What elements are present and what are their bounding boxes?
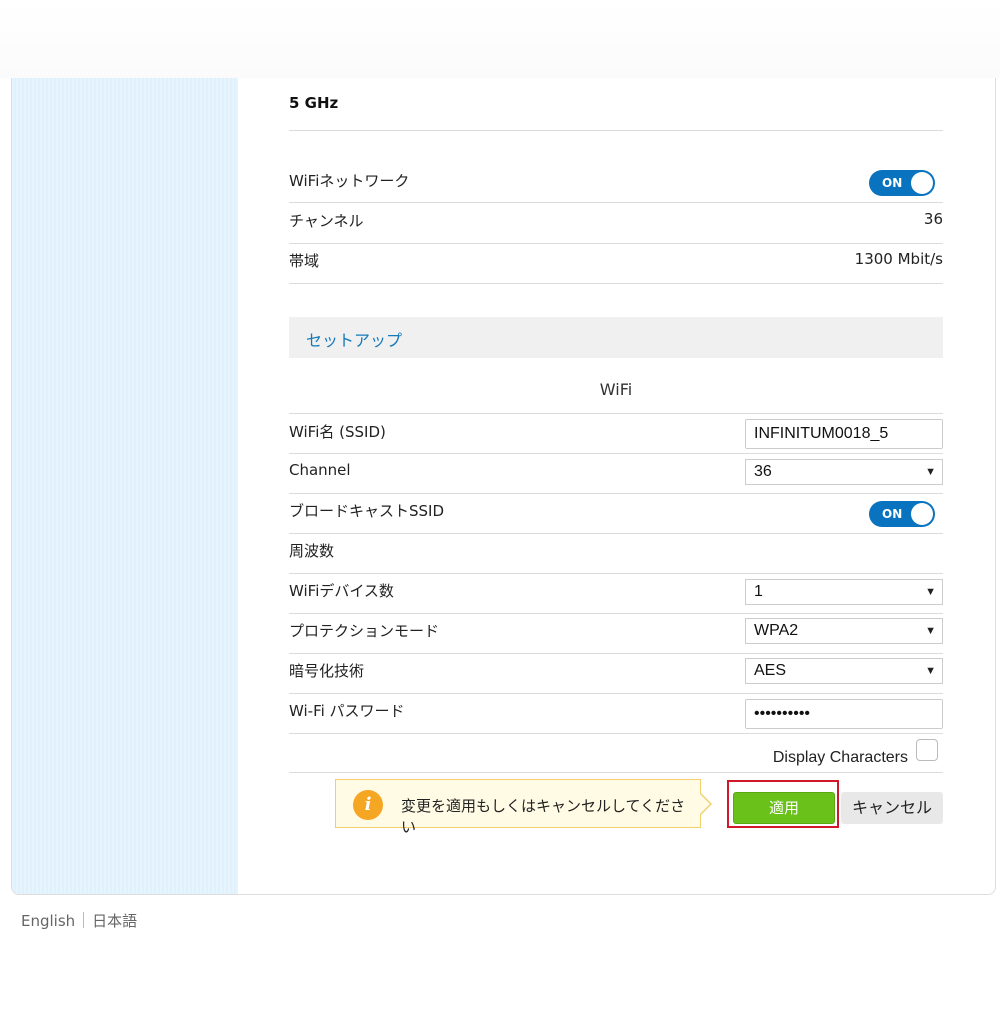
channel-label: Channel bbox=[289, 461, 351, 479]
setup-title[interactable]: セットアップ bbox=[306, 327, 402, 351]
ssid-label: WiFi名 (SSID) bbox=[289, 423, 386, 441]
divider bbox=[289, 533, 943, 534]
divider bbox=[289, 413, 943, 414]
toggle-knob bbox=[911, 172, 933, 194]
divider bbox=[289, 453, 943, 454]
top-background bbox=[0, 0, 1000, 78]
notice-text: 変更を適用もしくはキャンセルしてください bbox=[401, 797, 686, 836]
bandwidth-label: 帯域 bbox=[289, 252, 320, 270]
ssid-input[interactable] bbox=[754, 420, 934, 448]
divider bbox=[289, 243, 943, 244]
encryption-select[interactable]: AES ▼ bbox=[745, 658, 943, 684]
password-label: Wi-Fi パスワード bbox=[289, 702, 405, 720]
protection-mode-select[interactable]: WPA2 ▼ bbox=[745, 618, 943, 644]
caret-down-icon: ▼ bbox=[925, 466, 936, 478]
divider bbox=[289, 283, 943, 284]
password-value: •••••••••• bbox=[754, 705, 811, 722]
caret-down-icon: ▼ bbox=[925, 665, 936, 677]
apply-button[interactable]: 適用 bbox=[733, 792, 835, 824]
caret-down-icon: ▼ bbox=[925, 586, 936, 598]
bandwidth-value: 1300 Mbit/s bbox=[854, 250, 943, 268]
divider bbox=[289, 772, 943, 773]
apply-notice: i 変更を適用もしくはキャンセルしてください bbox=[335, 779, 712, 836]
divider bbox=[289, 573, 943, 574]
channel-select[interactable]: 36 ▼ bbox=[745, 459, 943, 485]
device-count-selected-value: 1 bbox=[754, 583, 763, 600]
divider bbox=[289, 693, 943, 694]
sidebar bbox=[12, 78, 238, 894]
encryption-selected-value: AES bbox=[754, 662, 787, 679]
channel-status-value: 36 bbox=[923, 210, 943, 228]
wifi-network-toggle[interactable]: ON bbox=[869, 170, 935, 196]
language-switcher: English 日本語 bbox=[21, 910, 137, 931]
setup-section-header[interactable]: セットアップ bbox=[289, 317, 943, 358]
toggle-state: ON bbox=[882, 507, 903, 521]
divider bbox=[289, 130, 943, 131]
toggle-knob bbox=[911, 503, 933, 525]
protection-mode-selected-value: WPA2 bbox=[754, 622, 799, 639]
toggle-state: ON bbox=[882, 176, 903, 190]
display-characters-label: Display Characters bbox=[772, 749, 908, 766]
channel-status-label: チャンネル bbox=[289, 212, 364, 230]
language-english-link[interactable]: English bbox=[21, 912, 75, 930]
language-japanese-link[interactable]: 日本語 bbox=[92, 912, 137, 930]
settings-panel: 5 GHz WiFiネットワーク ON チャンネル 36 帯域 1300 Mbi… bbox=[11, 78, 996, 895]
band-title: 5 GHz bbox=[289, 94, 339, 112]
wifi-section-title: WiFi bbox=[599, 380, 633, 399]
cancel-button[interactable]: キャンセル bbox=[841, 792, 943, 824]
device-count-select[interactable]: 1 ▼ bbox=[745, 579, 943, 605]
channel-selected-value: 36 bbox=[754, 463, 772, 480]
divider bbox=[289, 653, 943, 654]
ssid-field[interactable] bbox=[745, 419, 943, 449]
broadcast-ssid-label: ブロードキャストSSID bbox=[289, 502, 445, 520]
password-field[interactable]: •••••••••• bbox=[745, 699, 943, 729]
notice-arrow-fill bbox=[700, 794, 710, 814]
protection-mode-label: プロテクションモード bbox=[289, 622, 440, 640]
caret-down-icon: ▼ bbox=[925, 625, 936, 637]
device-count-label: WiFiデバイス数 bbox=[289, 582, 394, 600]
language-separator bbox=[83, 912, 85, 928]
display-characters-checkbox[interactable] bbox=[916, 739, 938, 761]
wifi-network-label: WiFiネットワーク bbox=[289, 172, 410, 190]
frequency-label: 周波数 bbox=[289, 542, 335, 560]
info-icon: i bbox=[353, 790, 383, 820]
divider bbox=[289, 202, 943, 203]
broadcast-ssid-toggle[interactable]: ON bbox=[869, 501, 935, 527]
divider bbox=[289, 613, 943, 614]
divider bbox=[289, 493, 943, 494]
encryption-label: 暗号化技術 bbox=[289, 662, 365, 680]
divider bbox=[289, 733, 943, 734]
